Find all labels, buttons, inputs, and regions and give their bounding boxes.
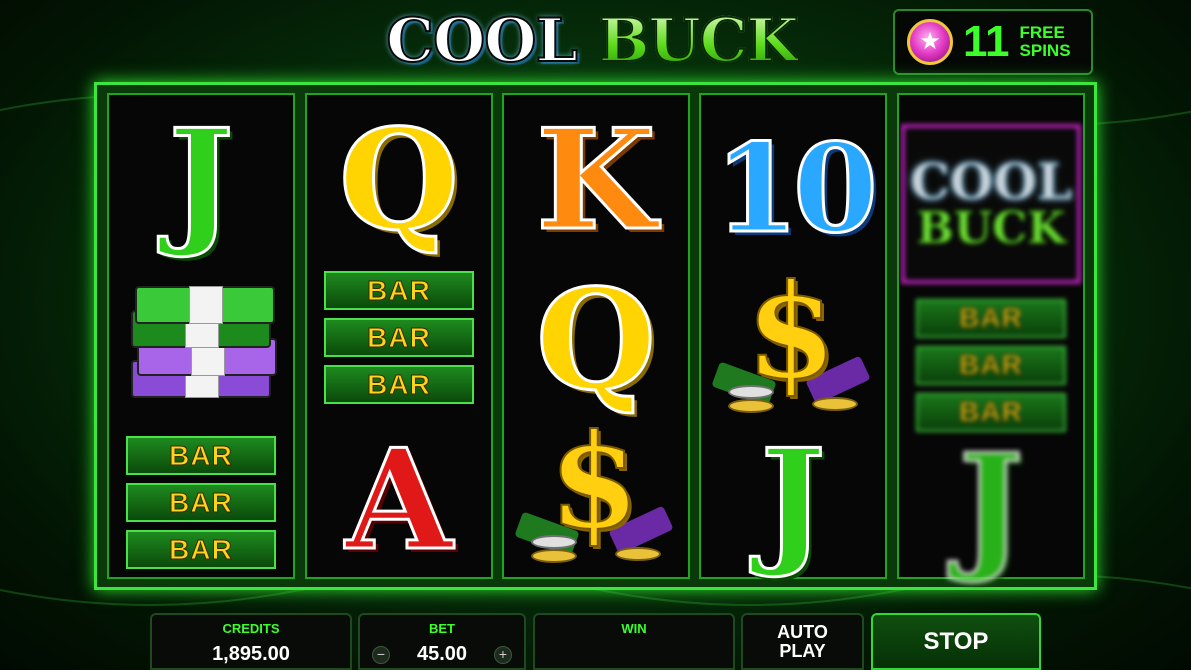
bar-label: BAR — [126, 483, 276, 522]
star-coin-icon: ★ — [907, 19, 953, 65]
bar-label: BAR — [916, 298, 1066, 338]
autoplay-label-line1: AUTO — [777, 622, 828, 642]
credits-display: CREDITS 1,895.00 — [150, 613, 352, 670]
free-spins-badge: ★ 11 FREE SPINS — [893, 9, 1093, 75]
game-title: COOL BUCK — [372, 5, 812, 77]
bet-display: BET 45.00 − + — [358, 613, 526, 670]
symbol-j: J — [109, 105, 293, 255]
win-display: WIN — [533, 613, 735, 670]
symbol-q-text: Q — [337, 98, 460, 261]
symbol-q: Q — [504, 265, 688, 415]
reel-3: K Q $ — [502, 93, 690, 579]
symbol-j: J — [701, 425, 885, 575]
bar-label: BAR — [324, 365, 474, 404]
reel-2: Q BAR BAR BAR A — [305, 93, 493, 579]
win-label: WIN — [621, 621, 647, 636]
bar-label: BAR — [324, 318, 474, 357]
symbol-triple-bar: BAR BAR BAR — [307, 265, 491, 410]
symbol-j: J — [899, 423, 1083, 586]
logo-word-cool: COOL — [909, 152, 1073, 211]
symbol-cool-buck-logo: COOL BUCK — [899, 119, 1083, 289]
symbol-cash-stack — [109, 275, 293, 425]
symbol-dollar: $ — [701, 266, 885, 425]
free-spins-count: 11 — [963, 17, 1010, 66]
symbol-j-text: J — [957, 423, 1025, 586]
dollar-coins-icon: $ — [511, 416, 681, 575]
symbol-triple-bar: BAR BAR BAR — [899, 295, 1083, 435]
bet-increase-button[interactable]: + — [494, 646, 512, 664]
symbol-a: A — [307, 425, 491, 575]
cash-stack-icon — [121, 280, 281, 420]
symbol-j-text: J — [167, 98, 235, 261]
autoplay-button[interactable]: AUTO PLAY — [741, 613, 864, 670]
symbol-10: 10 — [701, 113, 885, 263]
symbol-a-text: A — [344, 418, 454, 581]
cool-buck-logo-icon: COOL BUCK — [901, 124, 1081, 284]
bar-label: BAR — [126, 436, 276, 475]
free-spins-label: FREE SPINS — [1020, 24, 1071, 60]
logo-word-buck: BUCK — [916, 203, 1066, 254]
reels-area: J BAR BAR BAR Q BAR BAR BAR A K Q $ 10 $… — [94, 82, 1097, 590]
dollar-sign-text: $ — [548, 405, 640, 558]
stop-label: STOP — [923, 627, 989, 655]
reel-1: J BAR BAR BAR — [107, 93, 295, 579]
symbol-q-text: Q — [534, 258, 657, 421]
dollar-coins-icon: $ — [708, 266, 878, 425]
symbol-q: Q — [307, 105, 491, 255]
symbol-triple-bar: BAR BAR BAR — [109, 430, 293, 575]
stop-button[interactable]: STOP — [871, 613, 1041, 670]
title-word-cool: COOL — [385, 5, 578, 77]
free-spins-label-line1: FREE — [1019, 23, 1065, 42]
dollar-sign-text: $ — [745, 255, 837, 408]
symbol-10-text: 10 — [713, 116, 880, 260]
symbol-k-text: K — [535, 98, 658, 261]
symbol-j-text: J — [759, 418, 827, 581]
credits-label: CREDITS — [222, 621, 280, 636]
reel-5: COOL BUCK BAR BAR BAR J — [897, 93, 1085, 579]
bet-decrease-button[interactable]: − — [372, 646, 390, 664]
symbol-dollar: $ — [504, 416, 688, 575]
reel-4: 10 $ J — [699, 93, 887, 579]
title-word-buck: BUCK — [598, 5, 800, 77]
autoplay-label-line2: PLAY — [779, 641, 826, 661]
bar-label: BAR — [916, 345, 1066, 385]
bar-label: BAR — [126, 530, 276, 569]
symbol-k: K — [504, 105, 688, 255]
credits-value: 1,895.00 — [212, 643, 290, 665]
bet-label: BET — [429, 621, 455, 636]
free-spins-label-line2: SPINS — [1019, 41, 1071, 60]
bar-label: BAR — [324, 271, 474, 310]
